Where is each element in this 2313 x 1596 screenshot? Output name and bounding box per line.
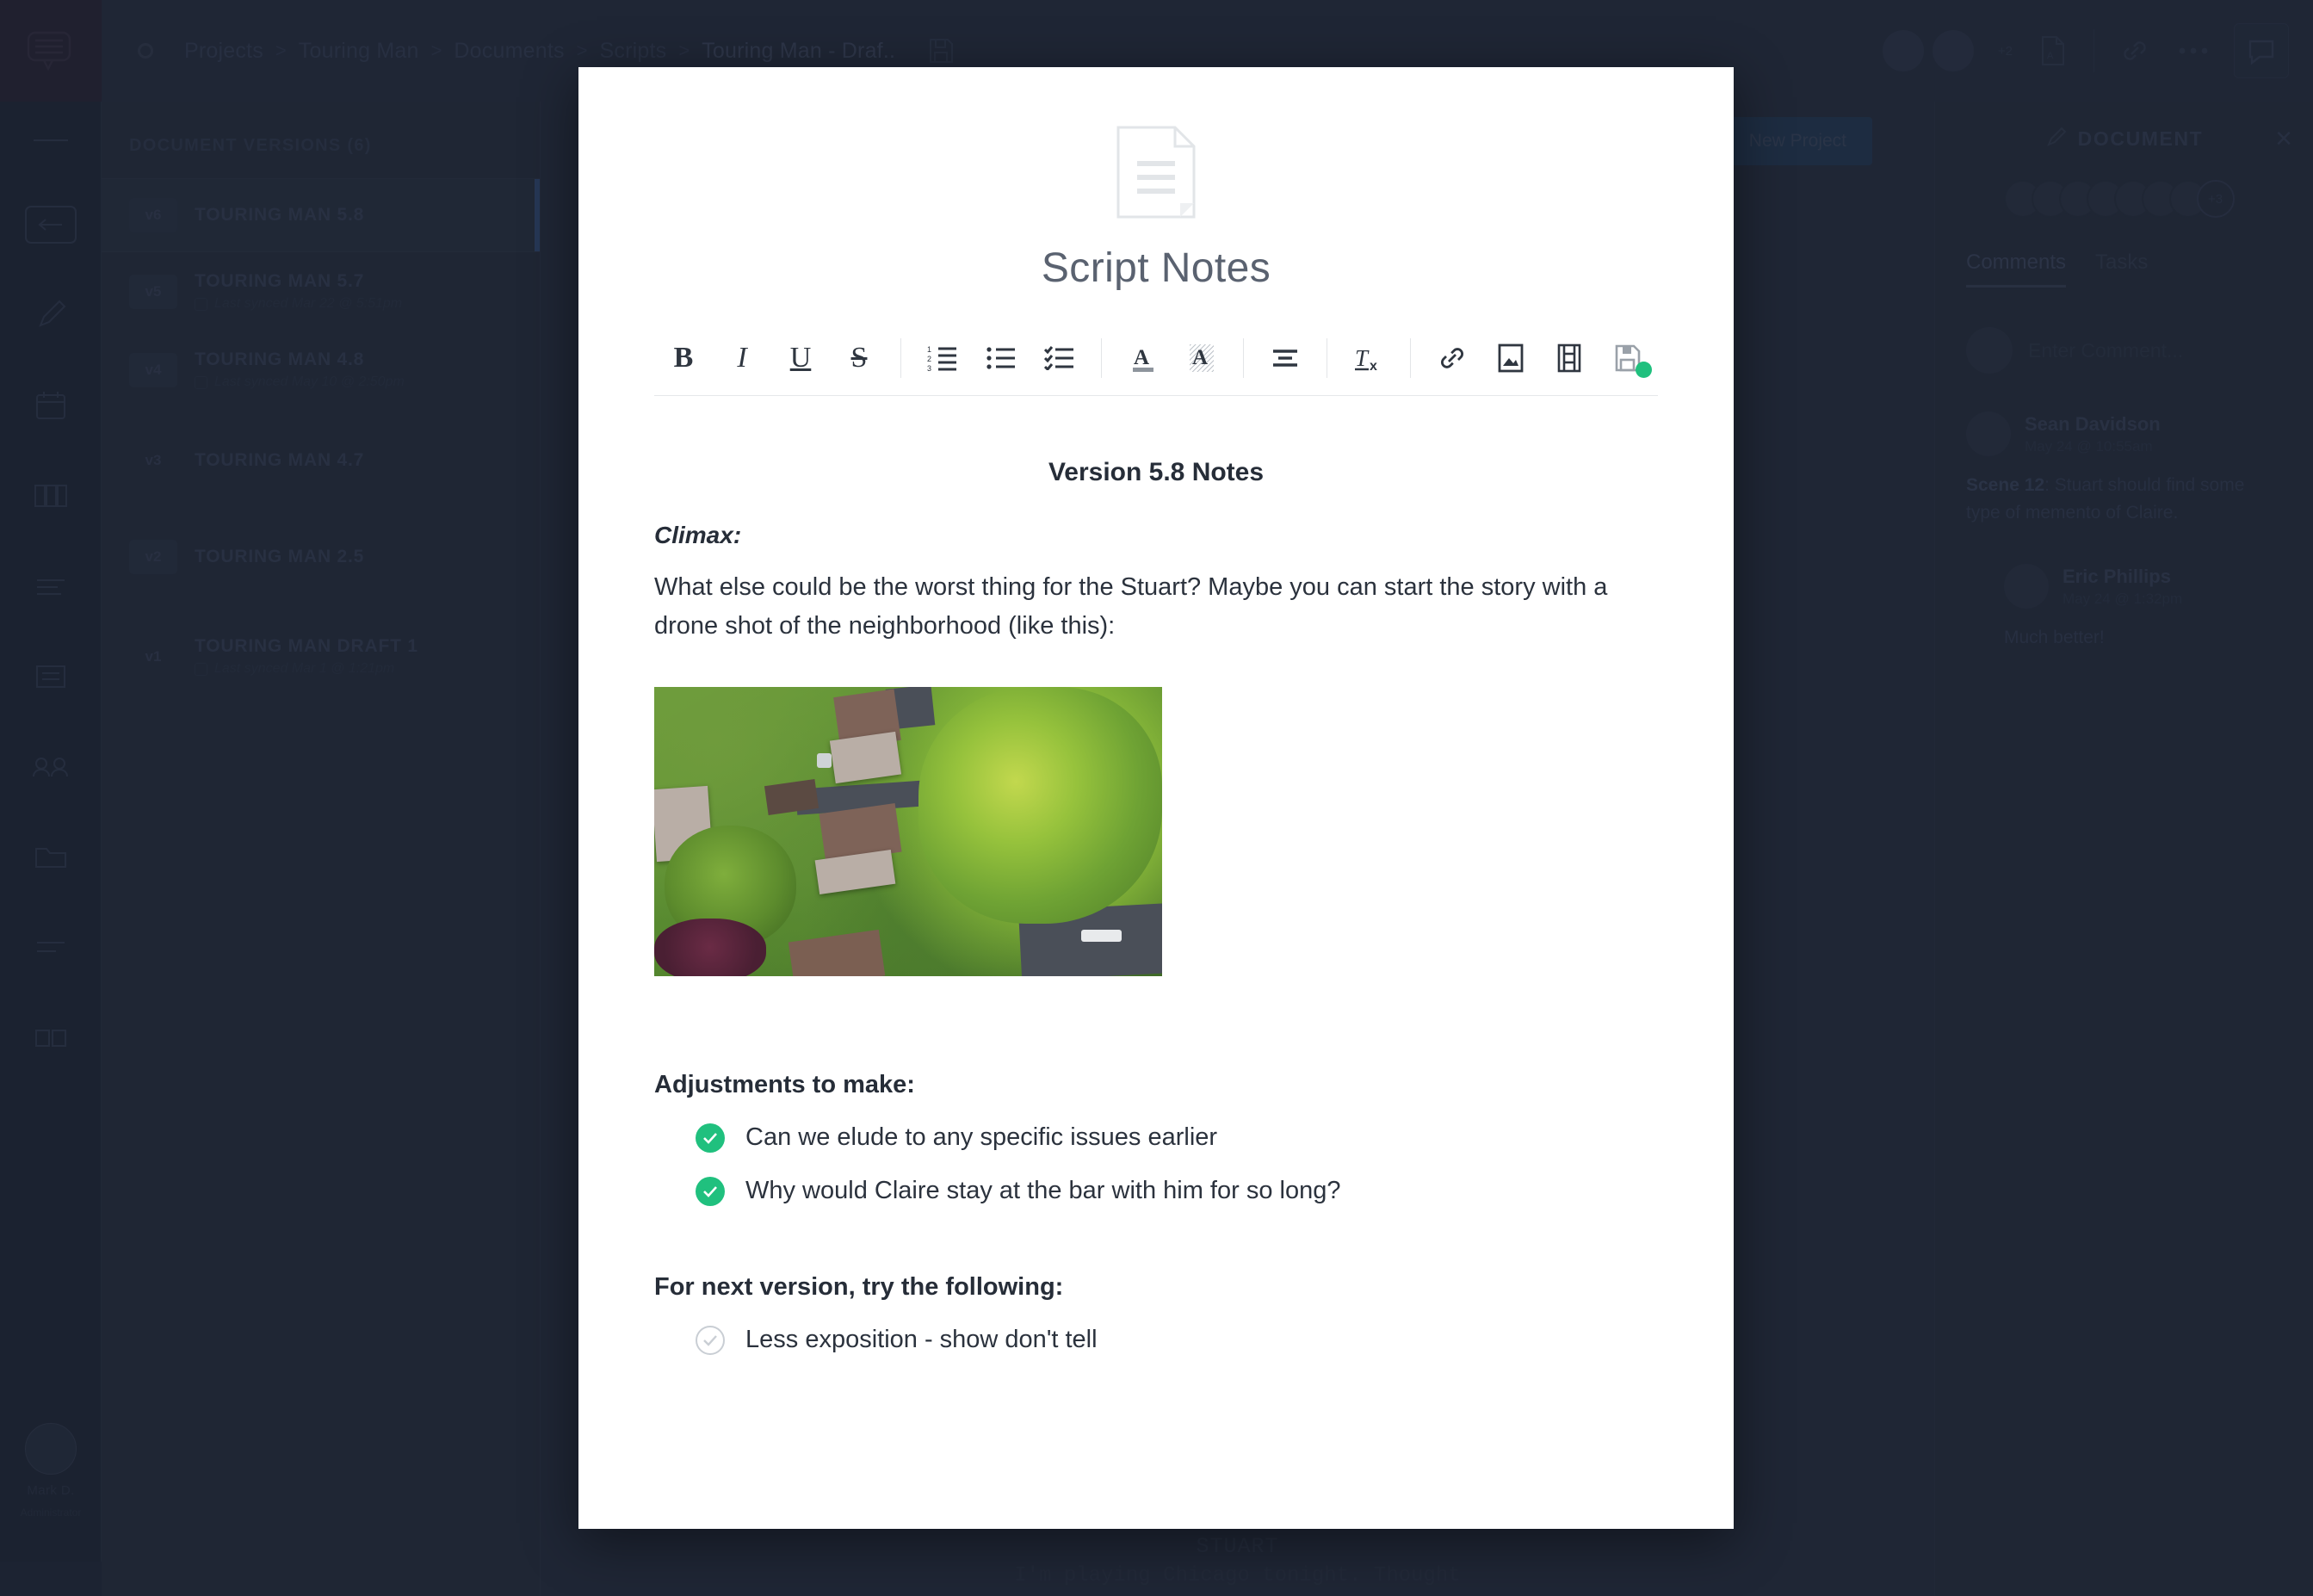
checklist-item[interactable]: Can we elude to any specific issues earl…	[696, 1123, 1658, 1153]
checklist-item[interactable]: Why would Claire stay at the bar with hi…	[696, 1176, 1658, 1206]
modal-title: Script Notes	[1041, 245, 1271, 291]
next-version-heading: For next version, try the following:	[654, 1272, 1064, 1301]
insert-video-button[interactable]	[1540, 335, 1599, 381]
checklist-item[interactable]: Less exposition - show don't tell	[696, 1325, 1658, 1355]
modal-header-block: Script Notes B I U S 1 2 3 A A T x	[578, 67, 1734, 396]
toolbar-group-text-style: B I U S	[654, 335, 888, 381]
svg-text:x: x	[1370, 359, 1377, 374]
highlight-color-button[interactable]: A	[1172, 335, 1231, 381]
toolbar-group-insert	[1423, 335, 1657, 381]
svg-text:A: A	[1192, 346, 1208, 369]
toolbar-group-align	[1256, 335, 1314, 381]
bold-button[interactable]: B	[654, 335, 713, 381]
divider	[900, 338, 901, 378]
ordered-list-button[interactable]: 1 2 3	[913, 335, 972, 381]
toolbar-group-clear: T x	[1339, 335, 1398, 381]
adjustments-heading: Adjustments to make:	[654, 1070, 915, 1098]
insert-image-button[interactable]	[1481, 335, 1540, 381]
italic-button[interactable]: I	[713, 335, 771, 381]
document-page-icon	[654, 124, 1658, 220]
svg-text:1: 1	[927, 345, 931, 354]
checkbox-checked-icon[interactable]	[696, 1176, 725, 1206]
checkbox-unchecked-icon[interactable]	[696, 1325, 725, 1355]
editor-toolbar: B I U S 1 2 3 A A T x	[654, 335, 1658, 396]
underline-button[interactable]: U	[771, 335, 830, 381]
script-notes-modal: Script Notes B I U S 1 2 3 A A T x Versi…	[578, 67, 1734, 1529]
save-button[interactable]	[1599, 335, 1657, 381]
checklist-button[interactable]	[1030, 335, 1089, 381]
toolbar-group-color: A A	[1114, 335, 1231, 381]
divider	[1243, 338, 1244, 378]
checklist-label: Less exposition - show don't tell	[745, 1326, 1098, 1354]
svg-text:T: T	[1355, 345, 1370, 371]
checklist-label: Why would Claire stay at the bar with hi…	[745, 1177, 1341, 1205]
drone-photo[interactable]	[654, 686, 1162, 976]
align-button[interactable]	[1256, 335, 1314, 381]
checklist-label: Can we elude to any specific issues earl…	[745, 1123, 1218, 1152]
notes-content[interactable]: Version 5.8 Notes Climax: What else coul…	[578, 458, 1734, 1355]
svg-text:3: 3	[927, 364, 931, 372]
clear-formatting-button[interactable]: T x	[1339, 335, 1398, 381]
unordered-list-button[interactable]	[972, 335, 1030, 381]
svg-text:2: 2	[927, 355, 931, 363]
svg-text:A: A	[1134, 346, 1149, 369]
text-color-button[interactable]: A	[1114, 335, 1172, 381]
strikethrough-button[interactable]: S	[830, 335, 888, 381]
version-heading: Version 5.8 Notes	[1048, 458, 1265, 486]
divider	[1410, 338, 1411, 378]
divider	[1101, 338, 1102, 378]
checkbox-checked-icon[interactable]	[696, 1123, 725, 1153]
insert-link-button[interactable]	[1423, 335, 1481, 381]
climax-label: Climax:	[654, 522, 742, 548]
unsaved-changes-indicator	[1636, 362, 1652, 378]
notes-paragraph: What else could be the worst thing for t…	[654, 573, 1608, 640]
toolbar-group-lists: 1 2 3	[913, 335, 1089, 381]
